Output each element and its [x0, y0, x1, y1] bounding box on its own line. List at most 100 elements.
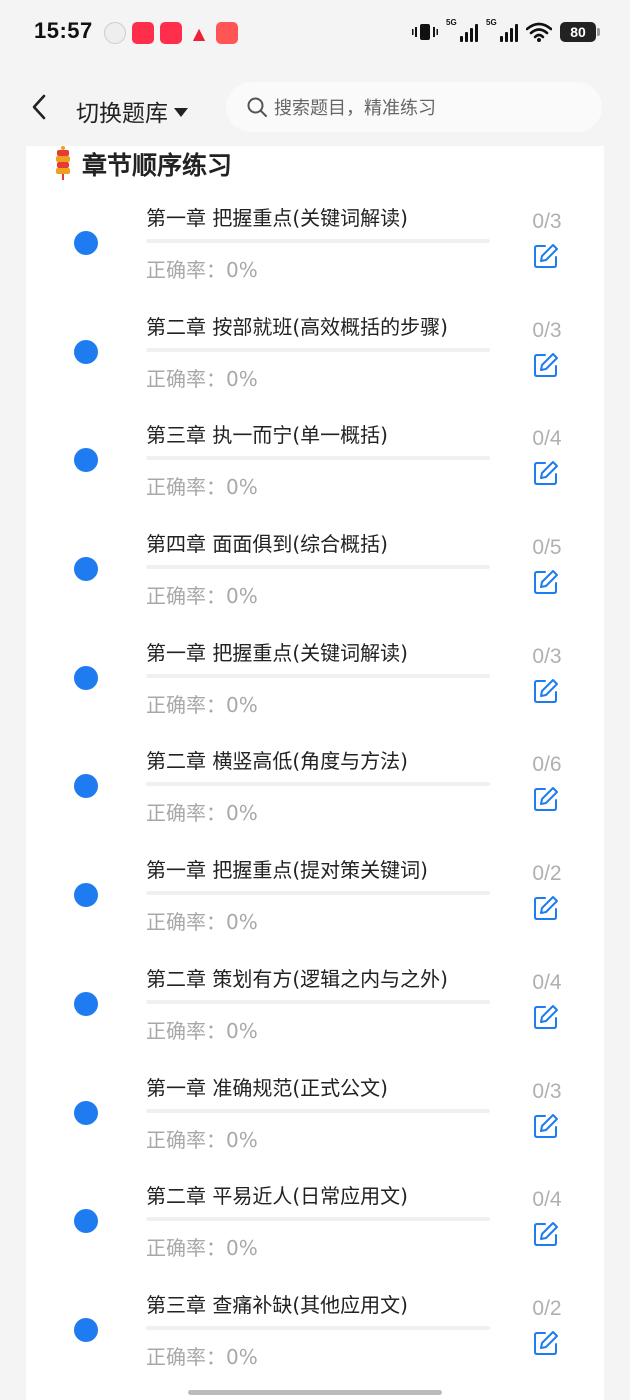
chapter-progress-bar [146, 1217, 490, 1222]
status-bar: 15:57 ▲ 5G 5G 80 [0, 0, 630, 70]
chapter-item[interactable]: 第一章 准确规范(正式公文) 正确率：0% 0/3 [26, 1066, 604, 1175]
status-dot [74, 448, 98, 473]
status-dot [74, 1317, 98, 1342]
section-header: 章节顺序练习 [52, 146, 232, 182]
switch-bank-dropdown[interactable]: 切换题库 [76, 94, 188, 128]
chapter-name: 第三章 查痛补缺(其他应用文) [146, 1292, 408, 1317]
app-icon [216, 22, 238, 44]
chapter-count: 0/3 [532, 1079, 562, 1103]
chapter-progress-bar [146, 891, 490, 896]
chapter-list: 第一章 把握重点(关键词解读) 正确率：0% 0/3 第二章 按部就班(高效概括… [26, 196, 604, 1392]
chapter-count: 0/4 [532, 970, 562, 994]
search-icon [247, 97, 267, 117]
status-time: 15:57 [34, 18, 93, 43]
edit-icon[interactable] [532, 1003, 560, 1031]
header-title: 切换题库 [76, 101, 168, 127]
status-dot [74, 665, 98, 690]
status-right: 5G 5G 80 [412, 18, 600, 42]
chapter-progress-bar [146, 1325, 490, 1330]
chapter-item[interactable]: 第三章 查痛补缺(其他应用文) 正确率：0% 0/2 [26, 1283, 604, 1392]
edit-icon[interactable] [532, 351, 560, 379]
chapter-item[interactable]: 第四章 面面俱到(综合概括) 正确率：0% 0/5 [26, 522, 604, 631]
status-dot [74, 231, 98, 255]
chapter-item[interactable]: 第三章 执一而宁(单一概括) 正确率：0% 0/4 [26, 413, 604, 522]
edit-icon[interactable] [532, 242, 560, 270]
edit-icon[interactable] [532, 459, 560, 487]
avatar-icon [104, 22, 126, 44]
search-input[interactable]: 搜索题目，精准练习 [226, 82, 602, 132]
chapter-progress-bar [146, 456, 490, 461]
chapter-accuracy: 正确率：0% [146, 1127, 258, 1152]
chapter-item[interactable]: 第一章 把握重点(提对策关键词) 正确率：0% 0/2 [26, 848, 604, 957]
chapter-name: 第一章 准确规范(正式公文) [146, 1075, 388, 1100]
home-indicator[interactable] [188, 1390, 442, 1395]
back-icon[interactable] [26, 90, 56, 124]
chapter-name: 第二章 横竖高低(角度与方法) [146, 749, 408, 774]
chapter-name: 第二章 策划有方(逻辑之内与之外) [146, 966, 448, 991]
signal-icon: 5G [486, 18, 518, 42]
chapter-name: 第一章 把握重点(关键词解读) [146, 640, 408, 665]
warning-icon: ▲ [192, 23, 206, 43]
chapter-name: 第一章 把握重点(关键词解读) [146, 206, 408, 230]
chapter-accuracy: 正确率：0% [146, 258, 258, 282]
chapter-progress-bar [146, 239, 490, 243]
chapter-accuracy: 正确率：0% [146, 910, 258, 935]
chapter-accuracy: 正确率：0% [146, 801, 258, 826]
chapter-accuracy: 正确率：0% [146, 475, 258, 500]
chapter-item[interactable]: 第一章 把握重点(关键词解读) 正确率：0% 0/3 [26, 196, 604, 305]
xiaohongshu-icon [132, 22, 154, 44]
edit-icon[interactable] [532, 1112, 560, 1140]
chapter-item[interactable]: 第二章 按部就班(高效概括的步骤) 正确率：0% 0/3 [26, 305, 604, 414]
status-dot [74, 883, 98, 908]
status-dot [74, 339, 98, 364]
chapter-count: 0/5 [532, 536, 562, 560]
chapter-count: 0/3 [532, 318, 562, 342]
chapter-accuracy: 正确率：0% [146, 1018, 258, 1043]
chapter-item[interactable]: 第一章 把握重点(关键词解读) 正确率：0% 0/3 [26, 631, 604, 740]
vibrate-icon [412, 24, 438, 40]
chapter-accuracy: 正确率：0% [146, 584, 258, 609]
signal-icon: 5G [446, 18, 478, 42]
chapter-count: 0/3 [532, 644, 562, 668]
chapter-accuracy: 正确率：0% [146, 366, 258, 391]
status-dot [74, 1100, 98, 1125]
chapter-count: 0/2 [532, 1296, 562, 1320]
chapter-progress-bar [146, 782, 490, 787]
notification-icons: ▲ [104, 22, 238, 44]
edit-icon[interactable] [532, 1220, 560, 1248]
edit-icon[interactable] [532, 1329, 560, 1357]
status-dot [74, 991, 98, 1016]
header: 切换题库 搜索题目，精准练习 [0, 70, 630, 146]
chapter-item[interactable]: 第二章 平易近人(日常应用文) 正确率：0% 0/4 [26, 1174, 604, 1283]
chapter-count: 0/6 [532, 753, 562, 777]
wifi-icon [526, 22, 552, 42]
chapter-progress-bar [146, 999, 490, 1004]
chapter-item[interactable]: 第二章 策划有方(逻辑之内与之外) 正确率：0% 0/4 [26, 957, 604, 1066]
chapter-practice-card: 章节顺序练习 第一章 把握重点(关键词解读) 正确率：0% 0/3 第二章 按部… [26, 146, 604, 1400]
chapter-progress-bar [146, 565, 490, 570]
status-dot [74, 557, 98, 582]
chapter-name: 第一章 把握重点(提对策关键词) [146, 858, 428, 883]
chapter-accuracy: 正确率：0% [146, 692, 258, 717]
chapter-item[interactable]: 第二章 横竖高低(角度与方法) 正确率：0% 0/6 [26, 739, 604, 848]
chapter-progress-bar [146, 673, 490, 678]
edit-icon[interactable] [532, 677, 560, 705]
chapter-accuracy: 正确率：0% [146, 1236, 258, 1261]
chapter-name: 第三章 执一而宁(单一概括) [146, 423, 388, 448]
edit-icon[interactable] [532, 568, 560, 596]
chapter-name: 第四章 面面俱到(综合概括) [146, 532, 388, 557]
status-dot [74, 1209, 98, 1234]
firecracker-icon [56, 146, 70, 180]
chapter-name: 第二章 平易近人(日常应用文) [146, 1184, 408, 1209]
xiaohongshu-icon [160, 22, 182, 44]
status-dot [74, 774, 98, 799]
caret-down-icon [174, 107, 188, 117]
chapter-accuracy: 正确率：0% [146, 1344, 258, 1369]
edit-icon[interactable] [532, 894, 560, 922]
chapter-count: 0/2 [532, 862, 562, 886]
chapter-count: 0/3 [532, 210, 562, 233]
battery-indicator: 80 [560, 22, 600, 42]
chapter-name: 第二章 按部就班(高效概括的步骤) [146, 314, 448, 339]
edit-icon[interactable] [532, 785, 560, 813]
section-title: 章节顺序练习 [82, 151, 233, 180]
